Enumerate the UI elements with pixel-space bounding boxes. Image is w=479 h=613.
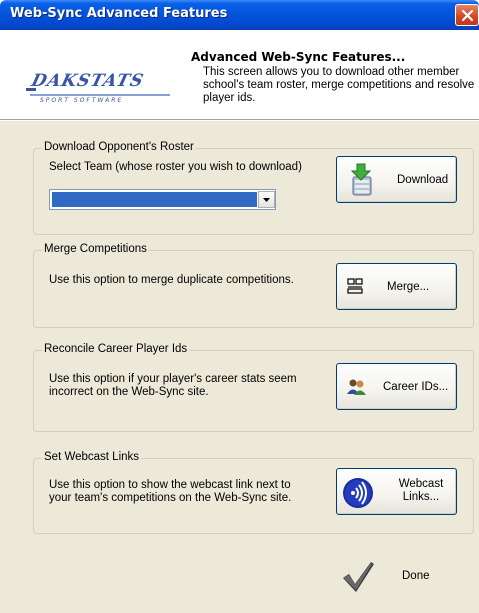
- window-title: Web-Sync Advanced Features: [10, 6, 228, 21]
- merge-icon: [347, 278, 363, 294]
- team-select-dropdown-button[interactable]: [258, 191, 275, 208]
- career-ids-button[interactable]: Career IDs...: [336, 363, 457, 410]
- reconcile-career-ids-label: Reconcile Career Player Ids: [42, 343, 190, 355]
- download-icon: [350, 163, 372, 196]
- merge-button[interactable]: Merge...: [336, 263, 457, 310]
- webcast-links-group: Set Webcast Links Use this option to sho…: [33, 451, 474, 534]
- done-button-label: Done: [402, 570, 430, 582]
- download-button[interactable]: Download: [336, 156, 457, 203]
- team-select-value: [52, 192, 257, 207]
- reconcile-description-line1: Use this option if your player's career …: [49, 373, 297, 385]
- reconcile-career-ids-group: Reconcile Career Player Ids Use this opt…: [33, 343, 474, 432]
- download-roster-group: Download Opponent's Roster Select Team (…: [33, 141, 474, 235]
- reconcile-description-line2: incorrect on the Web-Sync site.: [49, 386, 209, 398]
- merge-competitions-label: Merge Competitions: [42, 243, 149, 255]
- webcast-description-line1: Use this option to show the webcast link…: [49, 479, 291, 491]
- header-description: This screen allows you to download other…: [203, 66, 475, 104]
- merge-competitions-group: Merge Competitions Use this option to me…: [33, 243, 474, 328]
- logo-tagline: SPORT SOFTWARE: [40, 97, 123, 104]
- people-icon: [347, 379, 366, 395]
- chevron-down-icon: [263, 198, 270, 202]
- team-select[interactable]: [49, 189, 276, 210]
- webcast-links-button[interactable]: Webcast Links...: [336, 468, 457, 515]
- download-button-label: Download: [397, 174, 449, 186]
- webcast-button-label-line2: Links...: [402, 491, 440, 503]
- close-icon: [461, 9, 474, 22]
- logo-wordmark: DAKSTATS: [28, 71, 146, 91]
- merge-description: Use this option to merge duplicate compe…: [49, 274, 294, 286]
- webcast-description-line2: your team's competitions on the Web-Sync…: [49, 492, 292, 504]
- header-title: Advanced Web-Sync Features...: [191, 50, 406, 64]
- dakstats-logo: DAKSTATS SPORT SOFTWARE: [26, 64, 176, 104]
- webcast-links-label: Set Webcast Links: [42, 451, 142, 463]
- webcast-icon: [343, 478, 373, 508]
- webcast-button-label-line1: Webcast: [398, 478, 444, 490]
- career-ids-button-label: Career IDs...: [383, 381, 449, 393]
- checkmark-icon: [343, 562, 374, 592]
- close-button[interactable]: [455, 4, 479, 26]
- title-bar: Web-Sync Advanced Features: [0, 0, 479, 30]
- merge-button-label: Merge...: [387, 281, 430, 293]
- download-roster-label: Download Opponent's Roster: [42, 141, 196, 153]
- select-team-label: Select Team (whose roster you wish to do…: [49, 161, 302, 173]
- done-button[interactable]: Done: [336, 556, 466, 600]
